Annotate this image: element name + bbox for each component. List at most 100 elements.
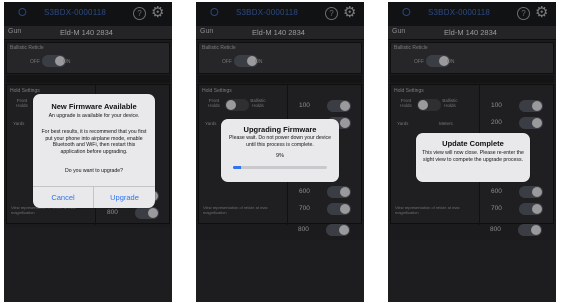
front-holds-label: Front Holds [208,98,220,108]
update-complete-dialog: Update Complete This view will now close… [416,133,530,182]
range-value: 100 [299,102,310,109]
gear-icon[interactable]: ⚙ [343,4,356,22]
holds-toggle[interactable] [417,99,441,111]
range-toggle[interactable] [519,100,543,112]
bottom-area [196,240,364,302]
meters-label: Meters [439,121,453,126]
range-row: 700 [291,202,361,216]
ballistic-holds-label: Ballistic Holds [442,98,458,108]
range-toggle[interactable] [326,224,350,236]
dialog-title: New Firmware Available [51,102,137,111]
range-value: 700 [491,205,502,212]
reticle-note: View representation of reticle at max ma… [203,205,268,215]
range-toggle[interactable] [519,186,543,198]
range-toggle[interactable] [327,203,351,215]
yards-label: Yards [13,121,25,126]
top-bar: ⭘ S3BDX-0000118 ? ⚙ [4,2,172,26]
reticle-off-label: OFF [222,59,232,65]
gun-label: Gun [8,28,22,35]
front-holds-label: Front Holds [16,98,28,108]
dialog-message-detail: For best results, it is recommend that y… [41,129,147,155]
hold-settings-title: Hold Settings [394,88,424,94]
range-row: 600 [483,185,553,199]
range-row: 100 [483,99,553,113]
dialog-message: An upgrade is available for your device. [48,113,140,119]
top-bar: ⭘ S3BDX-0000118 ? ⚙ [196,2,364,26]
ballistic-reticle-title: Ballistic Reticle [394,45,428,51]
dialog-message: Please wait. Do not power down your devi… [228,135,332,148]
range-toggle[interactable] [327,186,351,198]
range-value: 700 [299,205,310,212]
device-name: S3BDX-0000118 [428,8,491,17]
divider [198,75,362,83]
dialog-message: This view will now close. Please re-ente… [422,150,524,163]
range-toggle[interactable] [518,224,542,236]
ballistic-reticle-section: Ballistic Reticle OFF ON [198,42,362,74]
gun-value: Eld-M 140 2834 [444,28,497,37]
range-value: 200 [491,119,502,126]
reticle-off-label: OFF [30,59,40,65]
reticle-off-label: OFF [414,59,424,65]
yards-label: Yards [397,121,409,126]
range-row: 700 [483,202,553,216]
bluetooth-icon[interactable]: ⭘ [210,7,219,20]
bottom-area [388,240,556,302]
ballistic-holds-label: Ballistic Holds [250,98,266,108]
help-icon[interactable]: ? [133,7,146,20]
front-holds-label: Front Holds [400,98,412,108]
ballistic-reticle-section: Ballistic Reticle OFF ON [6,42,170,74]
progress-percent: 9% [276,153,284,159]
help-icon[interactable]: ? [325,7,338,20]
range-toggle[interactable] [327,100,351,112]
gun-row[interactable]: Gun Eld-M 140 2834 [4,26,172,40]
upgrade-button[interactable]: Upgrade [94,187,155,208]
range-value: 800 [490,226,501,233]
reticle-on-label: ON [63,59,71,65]
gun-row[interactable]: Gun Eld-M 140 2834 [388,26,556,40]
ballistic-reticle-title: Ballistic Reticle [10,45,44,51]
gear-icon[interactable]: ⚙ [151,4,164,22]
gun-row[interactable]: Gun Eld-M 140 2834 [196,26,364,40]
ballistic-reticle-title: Ballistic Reticle [202,45,236,51]
bluetooth-icon[interactable]: ⭘ [402,7,411,20]
screen-firmware-available: ⭘ S3BDX-0000118 ? ⚙ Gun Eld-M 140 2834 B… [4,2,172,302]
reticle-note: View representation of reticle at max ma… [395,205,460,215]
bluetooth-icon[interactable]: ⭘ [18,7,27,20]
range-value: 800 [107,209,118,216]
screen-upgrading-firmware: ⭘ S3BDX-0000118 ? ⚙ Gun Eld-M 140 2834 B… [196,2,364,302]
progress-bar-fill [233,166,242,169]
gun-label: Gun [200,28,214,35]
gun-label: Gun [392,28,406,35]
range-toggle[interactable] [519,117,543,129]
hold-settings-title: Hold Settings [10,88,40,94]
device-name: S3BDX-0000118 [44,8,107,17]
range-toggle[interactable] [519,203,543,215]
range-row: 800 [290,223,360,237]
dialog-title: Upgrading Firmware [243,125,317,134]
range-value: 600 [491,188,502,195]
screen-update-complete: ⭘ S3BDX-0000118 ? ⚙ Gun Eld-M 140 2834 B… [388,2,556,302]
ballistic-reticle-section: Ballistic Reticle OFF ON [390,42,554,74]
gun-value: Eld-M 140 2834 [60,28,113,37]
range-row: 800 [482,223,552,237]
dialog-title: Update Complete [442,139,504,148]
reticle-on-label: ON [447,59,455,65]
device-name: S3BDX-0000118 [236,8,299,17]
dialog-question: Do you want to upgrade? [65,168,123,174]
top-bar: ⭘ S3BDX-0000118 ? ⚙ [388,2,556,26]
range-row: 800 [99,206,169,220]
gear-icon[interactable]: ⚙ [535,4,548,22]
range-value: 600 [299,188,310,195]
cancel-button[interactable]: Cancel [33,187,94,208]
bottom-area [4,228,172,302]
hold-settings-title: Hold Settings [202,88,232,94]
divider [6,75,170,83]
range-toggle[interactable] [135,207,159,219]
holds-toggle[interactable] [225,99,249,111]
range-row: 600 [291,185,361,199]
gun-value: Eld-M 140 2834 [252,28,305,37]
range-row: 100 [291,99,361,113]
firmware-available-dialog: New Firmware Available An upgrade is ava… [33,94,155,208]
help-icon[interactable]: ? [517,7,530,20]
range-value: 100 [491,102,502,109]
